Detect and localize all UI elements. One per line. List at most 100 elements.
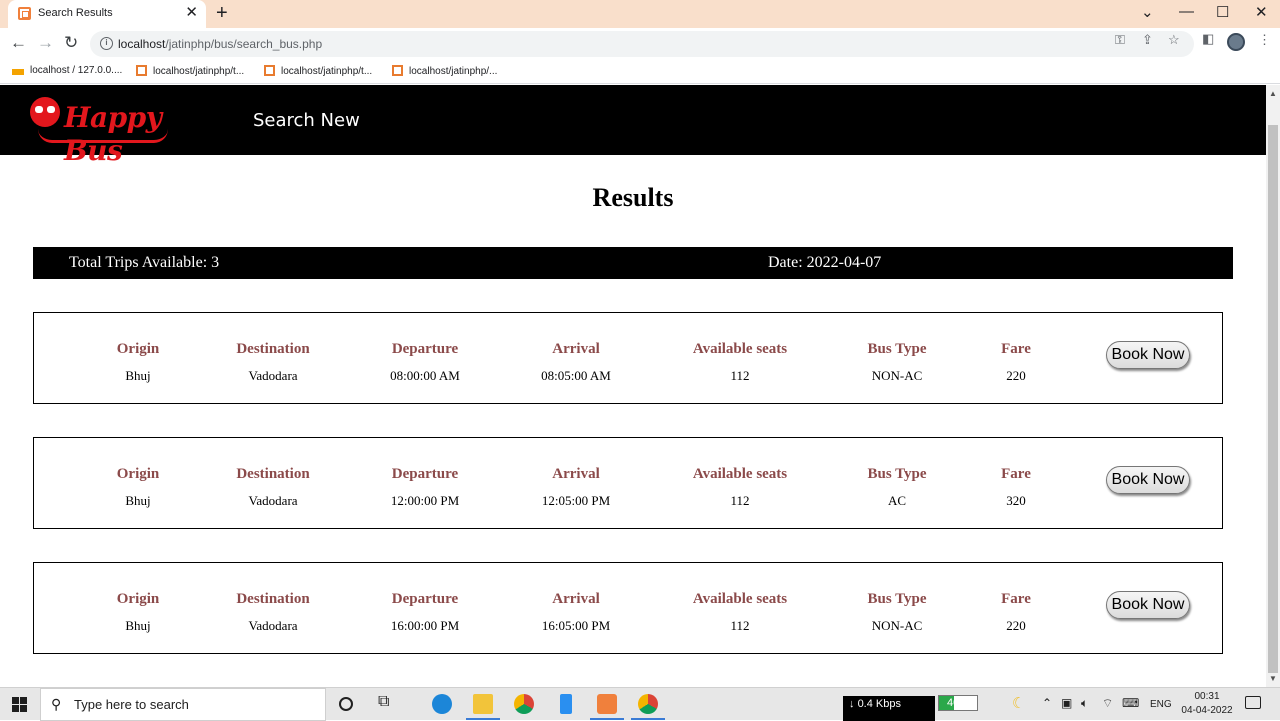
book-now-button[interactable]: Book Now <box>1106 591 1190 619</box>
trip-field-origin: Origin Bhuj <box>117 591 160 634</box>
site-info-icon[interactable]: i <box>100 37 113 50</box>
column-header: Available seats <box>692 341 788 357</box>
net-speed-value: 0.4 Kbps <box>857 698 901 710</box>
bookmark-item[interactable]: localhost / 127.0.0.... <box>12 65 122 76</box>
column-header: Arrival <box>552 341 600 357</box>
side-panel-icon[interactable]: ◧ <box>1202 31 1214 47</box>
bookmark-star-icon[interactable]: ☆ <box>1168 32 1180 48</box>
trip-card: Origin Bhuj Destination Vadodara Departure 12… <box>33 437 1223 529</box>
xampp-icon <box>136 65 147 76</box>
trip-value: Bhuj <box>125 618 151 633</box>
chrome-icon[interactable] <box>514 694 534 714</box>
cortana-icon[interactable] <box>339 697 353 711</box>
trip-value: NON-AC <box>871 368 923 383</box>
network-drive-icon[interactable]: ▣ <box>1061 696 1072 710</box>
trip-field-destination: Destination Vadodara <box>236 466 309 509</box>
trip-value: 112 <box>730 493 750 508</box>
address-bar[interactable]: i localhost/jatinphp/bus/search_bus.php <box>90 31 1194 57</box>
book-now-button[interactable]: Book Now <box>1106 341 1190 369</box>
column-header: Bus Type <box>867 341 927 357</box>
tab-title: Search Results <box>38 7 113 19</box>
window-close-icon[interactable]: ✕ <box>1255 3 1268 21</box>
trip-field-seats: Available seats 112 <box>693 466 787 509</box>
tab-close-icon[interactable]: ✕ <box>185 4 198 22</box>
column-header: Fare <box>1001 591 1031 607</box>
summary-bar: Total Trips Available: 3 Date: 2022-04-0… <box>33 247 1233 279</box>
menu-kebab-icon[interactable]: ⋮ <box>1258 32 1271 48</box>
happy-bus-logo[interactable]: Happy Bus <box>28 91 208 167</box>
language-indicator[interactable]: ENG <box>1150 699 1172 710</box>
key-icon[interactable]: ⚿ <box>1115 32 1125 48</box>
trip-value: Vadodara <box>248 618 298 633</box>
column-header: Arrival <box>552 591 600 607</box>
url-text[interactable]: localhost/jatinphp/bus/search_bus.php <box>118 37 322 51</box>
xampp-icon <box>264 65 275 76</box>
bookmark-item[interactable]: localhost/jatinphp/... <box>392 65 497 77</box>
scroll-up-icon[interactable]: ▲ <box>1269 89 1277 98</box>
speaker-icon[interactable]: 🔈︎ <box>1081 696 1088 711</box>
tab-search-results[interactable]: Search Results ✕ <box>8 0 206 28</box>
trip-field-seats: Available seats 112 <box>693 341 787 384</box>
trip-card: Origin Bhuj Destination Vadodara Departure 16… <box>33 562 1223 654</box>
trip-value: Vadodara <box>248 493 298 508</box>
battery-widget[interactable]: 40% <box>938 695 978 711</box>
column-header: Bus Type <box>867 466 927 482</box>
notepad-icon[interactable] <box>560 694 572 714</box>
page-scrollbar[interactable]: ▲ ▼ <box>1266 85 1280 687</box>
column-header: Arrival <box>552 466 600 482</box>
bookmark-item[interactable]: localhost/jatinphp/t... <box>136 65 244 77</box>
scrollbar-thumb[interactable] <box>1268 125 1278 673</box>
xampp-favicon-icon <box>18 7 31 20</box>
wifi-icon[interactable]: ⌔ <box>1102 696 1113 711</box>
taskbar-search[interactable]: ⚲ Type here to search <box>40 688 326 721</box>
column-header: Departure <box>391 466 459 482</box>
notification-icon[interactable] <box>1245 696 1261 709</box>
reload-icon[interactable]: ↻ <box>64 33 78 53</box>
logo-text: Happy Bus <box>64 101 162 167</box>
clock-date: 04-04-2022 <box>1181 705 1233 716</box>
trip-value: 112 <box>730 618 750 633</box>
column-header: Fare <box>1001 466 1031 482</box>
share-icon[interactable]: ⇪ <box>1142 32 1153 48</box>
trip-field-fare: Fare 220 <box>1001 341 1031 384</box>
maximize-icon[interactable]: ☐ <box>1216 3 1229 21</box>
windows-start-icon[interactable] <box>12 697 28 713</box>
trip-field-departure: Departure 12:00:00 PM <box>391 466 459 509</box>
clock[interactable]: 00:31 04-04-2022 <box>1178 690 1236 718</box>
trip-field-seats: Available seats 112 <box>693 591 787 634</box>
windows-taskbar: ⚲ Type here to search ⧉ ↓ 0.4 Kbps 40% ☾… <box>0 687 1280 721</box>
back-icon[interactable]: ← <box>10 33 27 53</box>
trip-value: Bhuj <box>125 493 151 508</box>
trip-field-origin: Origin Bhuj <box>117 341 160 384</box>
net-speed-widget: ↓ 0.4 Kbps <box>843 696 935 721</box>
minimize-icon[interactable]: — <box>1179 3 1194 20</box>
tab-search-chevron-icon[interactable]: ⌄ <box>1141 3 1154 21</box>
trip-value: 16:00:00 PM <box>390 618 460 633</box>
bookmark-item[interactable]: localhost/jatinphp/t... <box>264 65 372 77</box>
trip-field-destination: Destination Vadodara <box>236 341 309 384</box>
profile-avatar[interactable] <box>1227 33 1245 51</box>
task-view-icon[interactable]: ⧉ <box>378 693 389 711</box>
column-header: Origin <box>116 466 160 482</box>
scroll-down-icon[interactable]: ▼ <box>1269 674 1277 683</box>
xampp-taskbar-icon[interactable] <box>597 694 617 714</box>
battery-percent: 40% <box>947 697 970 709</box>
column-header: Bus Type <box>867 591 927 607</box>
column-header: Fare <box>1001 341 1031 357</box>
edge-icon[interactable] <box>432 694 452 714</box>
moon-icon[interactable]: ☾ <box>1012 694 1025 712</box>
show-hidden-icons-icon[interactable]: ⌃ <box>1042 696 1052 710</box>
trip-value: 320 <box>1006 493 1026 508</box>
bookmarks-bar: localhost / 127.0.0.... localhost/jatinp… <box>0 60 1280 84</box>
trip-value: 08:05:00 AM <box>541 368 611 383</box>
chrome-icon[interactable] <box>638 694 658 714</box>
forward-icon[interactable]: → <box>37 33 54 53</box>
book-now-button[interactable]: Book Now <box>1106 466 1190 494</box>
file-explorer-icon[interactable] <box>473 694 493 714</box>
keyboard-icon[interactable]: ⌨ <box>1122 696 1139 710</box>
trip-field-bus-type: Bus Type NON-AC <box>867 591 926 634</box>
new-tab-icon[interactable]: + <box>216 3 228 23</box>
search-new-link[interactable]: Search New <box>253 110 360 131</box>
column-header: Departure <box>391 341 459 357</box>
trip-field-destination: Destination Vadodara <box>236 591 309 634</box>
